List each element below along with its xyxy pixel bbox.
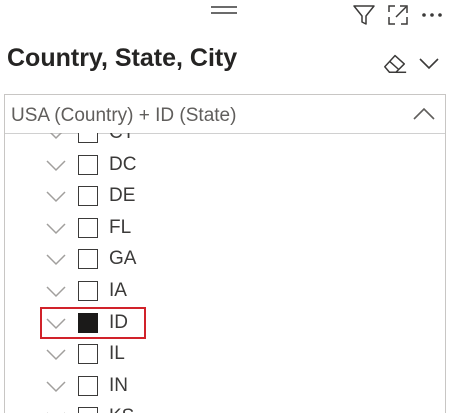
checkbox[interactable] [78, 280, 98, 301]
slicer-title-actions [382, 50, 442, 76]
slicer-dropdown[interactable]: USA (Country) + ID (State) [4, 94, 446, 134]
scrollbar[interactable] [441, 133, 445, 413]
slicer-item-ia[interactable]: IA [5, 277, 445, 309]
expand-chevron-icon[interactable] [45, 133, 67, 141]
expand-chevron-icon[interactable] [45, 348, 67, 362]
drag-handle-icon[interactable] [211, 4, 237, 16]
checkbox[interactable] [78, 186, 98, 207]
slicer-item-ct[interactable]: CT [5, 133, 445, 151]
slicer-item-ga[interactable]: GA [5, 245, 445, 277]
expand-chevron-icon[interactable] [45, 159, 67, 173]
eraser-icon[interactable] [382, 50, 408, 76]
slicer-item-label: FL [109, 216, 132, 238]
checkbox[interactable] [78, 344, 98, 365]
visual-header-toolbar [352, 2, 444, 28]
slicer-item-label: DE [109, 185, 136, 207]
slicer-item-label: DC [109, 153, 137, 175]
slicer-item-id[interactable]: ID [5, 306, 445, 341]
selection-summary: USA (Country) + ID (State) [11, 105, 237, 126]
slicer-item-label: KS [109, 406, 134, 413]
slicer-item-ks[interactable]: KS [5, 403, 445, 413]
checkbox[interactable] [78, 375, 98, 396]
slicer-item-il[interactable]: IL [5, 340, 445, 372]
highlight-box [40, 306, 146, 339]
expand-chevron-icon[interactable] [45, 253, 67, 267]
checkbox[interactable] [78, 217, 98, 238]
slicer-item-de[interactable]: DE [5, 182, 445, 214]
expand-chevron-icon[interactable] [45, 380, 67, 394]
slicer-item-fl[interactable]: FL [5, 214, 445, 246]
checkbox[interactable] [78, 133, 98, 143]
checkbox[interactable] [78, 407, 98, 413]
slicer-title: Country, State, City [7, 44, 238, 72]
chevron-down-icon[interactable] [416, 50, 442, 76]
slicer-item-label: IA [109, 279, 127, 301]
slicer-item-list[interactable]: CT DC DE FL GA IA IDIL IN KS [4, 133, 446, 413]
focus-mode-icon[interactable] [386, 3, 410, 27]
slicer-item-label: IL [109, 343, 125, 365]
expand-chevron-icon[interactable] [45, 190, 67, 204]
expand-chevron-icon[interactable] [45, 411, 67, 413]
slicer-item-dc[interactable]: DC [5, 151, 445, 183]
slicer-item-label: CT [109, 133, 134, 144]
checkbox[interactable] [78, 249, 98, 270]
expand-chevron-icon[interactable] [45, 285, 67, 299]
more-options-icon[interactable] [420, 3, 444, 27]
checkbox[interactable] [78, 154, 98, 175]
expand-chevron-icon[interactable] [45, 222, 67, 236]
chevron-up-icon[interactable] [411, 103, 437, 125]
filter-icon[interactable] [352, 3, 376, 27]
slicer-item-label: GA [109, 248, 137, 270]
slicer-item-label: IN [109, 374, 128, 396]
slicer-item-in[interactable]: IN [5, 372, 445, 404]
